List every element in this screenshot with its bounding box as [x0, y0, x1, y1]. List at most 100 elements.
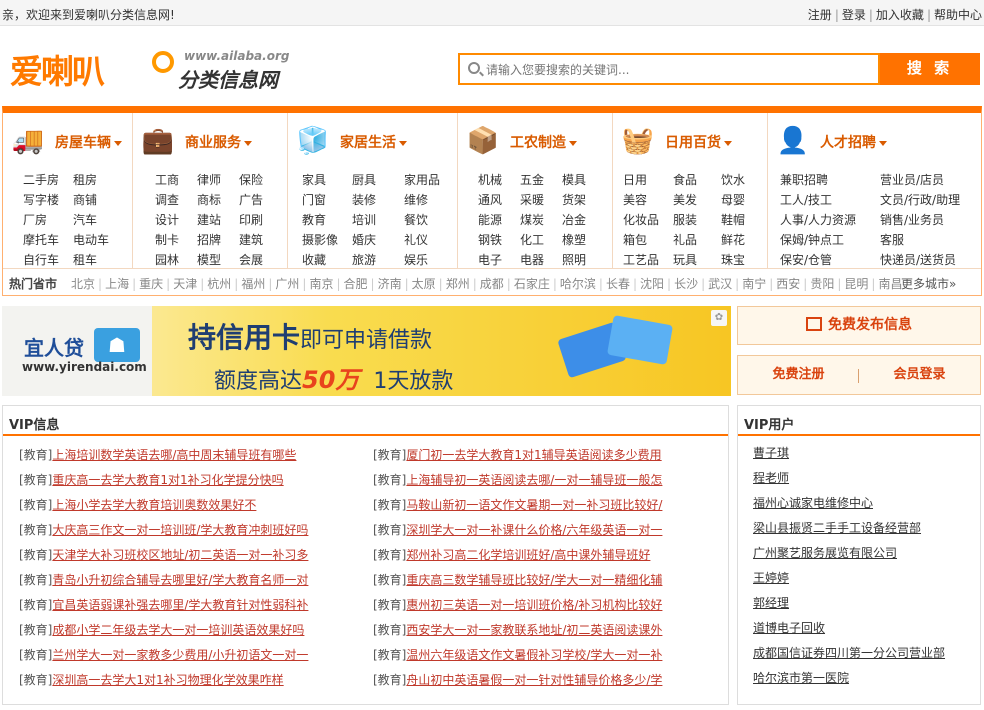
vip-user-link[interactable]: 成都国信证券四川第一分公司营业部: [753, 646, 945, 660]
vip-info-link[interactable]: 深圳学大一对一补课什么价格/六年级英语一对一: [406, 523, 662, 537]
vip-info-link[interactable]: 深圳高一去学大1对1补习物理化学效果咋样: [52, 673, 283, 687]
category-link[interactable]: 租车: [73, 251, 97, 268]
category-link[interactable]: 通风: [478, 191, 520, 208]
category-link[interactable]: 招牌: [197, 231, 239, 248]
category-link[interactable]: 化妆品: [623, 211, 673, 228]
category-link[interactable]: 保安/仓管: [780, 251, 880, 268]
category-link[interactable]: 化工: [520, 231, 562, 248]
category-link[interactable]: 珠宝: [721, 251, 745, 268]
vip-info-link[interactable]: 上海小学去学大教育培训奥数效果好不: [52, 498, 256, 512]
category-link[interactable]: 能源: [478, 211, 520, 228]
vip-info-link[interactable]: 天津学大补习班校区地址/初二英语一对一补习多: [52, 548, 308, 562]
city-link[interactable]: 南京: [309, 277, 333, 291]
vip-user-link[interactable]: 郭经理: [753, 596, 789, 610]
vip-info-link[interactable]: 舟山初中英语暑假一对一针对性辅导价格多少/学: [406, 673, 662, 687]
category-link[interactable]: 服装: [673, 211, 721, 228]
city-link[interactable]: 沈阳: [640, 277, 664, 291]
city-link[interactable]: 福州: [241, 277, 265, 291]
category-link[interactable]: 日用: [623, 171, 673, 188]
category-link[interactable]: 摩托车: [23, 231, 73, 248]
city-link[interactable]: 太原: [412, 277, 436, 291]
category-link[interactable]: 橡塑: [562, 231, 586, 248]
vip-info-link[interactable]: 大庆高三作文一对一培训班/学大教育冲刺班好吗: [52, 523, 308, 537]
category-link[interactable]: 维修: [404, 191, 428, 208]
category-link[interactable]: 汽车: [73, 211, 97, 228]
city-link[interactable]: 哈尔滨: [560, 277, 596, 291]
city-link[interactable]: 上海: [105, 277, 129, 291]
category-link[interactable]: 制卡: [155, 231, 197, 248]
category-link[interactable]: 写字楼: [23, 191, 73, 208]
category-link[interactable]: 礼品: [673, 231, 721, 248]
category-link[interactable]: 电器: [520, 251, 562, 268]
add-favorite-link[interactable]: 加入收藏: [876, 8, 924, 22]
category-link[interactable]: 旅游: [352, 251, 404, 268]
category-link[interactable]: 摄影像: [302, 231, 352, 248]
category-link[interactable]: 保姆/钟点工: [780, 231, 880, 248]
category-link[interactable]: 食品: [673, 171, 721, 188]
category-link[interactable]: 商标: [197, 191, 239, 208]
city-link[interactable]: 南昌: [878, 277, 902, 291]
category-link[interactable]: 印刷: [239, 211, 263, 228]
category-link[interactable]: 娱乐: [404, 251, 428, 268]
category-link[interactable]: 广告: [239, 191, 263, 208]
city-link[interactable]: 天津: [173, 277, 197, 291]
city-link[interactable]: 西安: [776, 277, 800, 291]
city-link[interactable]: 济南: [378, 277, 402, 291]
publish-button[interactable]: 免费发布信息: [738, 307, 980, 344]
help-center-link[interactable]: 帮助中心: [934, 8, 982, 22]
vip-info-link[interactable]: 惠州初三英语一对一培训班价格/补习机构比较好: [406, 598, 662, 612]
category-link[interactable]: 会展: [239, 251, 263, 268]
category-link[interactable]: 兼职招聘: [780, 171, 880, 188]
category-link[interactable]: 收藏: [302, 251, 352, 268]
category-link[interactable]: 箱包: [623, 231, 673, 248]
login-link[interactable]: 登录: [842, 8, 866, 22]
ad-banner[interactable]: 宜人贷 ☗ www.yirendai.com 持信用卡即可申请借款 额度高达50…: [2, 306, 731, 396]
vip-user-link[interactable]: 梁山县振贤二手手工设备经营部: [753, 521, 921, 535]
category-link[interactable]: 家用品: [404, 171, 440, 188]
city-link[interactable]: 杭州: [207, 277, 231, 291]
category-link[interactable]: 设计: [155, 211, 197, 228]
category-link[interactable]: 销售/业务员: [880, 211, 944, 228]
category-link[interactable]: 人事/人力资源: [780, 211, 880, 228]
category-link[interactable]: 工艺品: [623, 251, 673, 268]
city-link[interactable]: 长沙: [674, 277, 698, 291]
vip-info-link[interactable]: 宜昌英语弱课补强去哪里/学大教育针对性弱科补: [52, 598, 308, 612]
category-link[interactable]: 玩具: [673, 251, 721, 268]
category-link[interactable]: 自行车: [23, 251, 73, 268]
category-link[interactable]: 货架: [562, 191, 586, 208]
category-link[interactable]: 采暖: [520, 191, 562, 208]
category-link[interactable]: 二手房: [23, 171, 73, 188]
category-link[interactable]: 商铺: [73, 191, 97, 208]
category-link[interactable]: 家具: [302, 171, 352, 188]
category-link[interactable]: 母婴: [721, 191, 745, 208]
paw-icon[interactable]: ✿: [711, 310, 727, 326]
vip-user-link[interactable]: 王婷婷: [753, 571, 789, 585]
register-link[interactable]: 注册: [808, 8, 832, 22]
category-link[interactable]: 工商: [155, 171, 197, 188]
city-link[interactable]: 石家庄: [514, 277, 550, 291]
category-link[interactable]: 快递员/送货员: [880, 251, 956, 268]
category-link[interactable]: 礼仪: [404, 231, 428, 248]
category-link[interactable]: 教育: [302, 211, 352, 228]
city-link[interactable]: 成都: [480, 277, 504, 291]
vip-info-link[interactable]: 西安学大一对一家教联系地址/初二英语阅读课外: [406, 623, 662, 637]
city-link[interactable]: 重庆: [139, 277, 163, 291]
vip-info-link[interactable]: 成都小学二年级去学大一对一培训英语效果好吗: [52, 623, 304, 637]
category-link[interactable]: 冶金: [562, 211, 586, 228]
city-link[interactable]: 昆明: [844, 277, 868, 291]
category-link[interactable]: 饮水: [721, 171, 745, 188]
category-link[interactable]: 厨具: [352, 171, 404, 188]
category-link[interactable]: 厂房: [23, 211, 73, 228]
search-button[interactable]: 搜 索: [880, 53, 980, 85]
category-link[interactable]: 电子: [478, 251, 520, 268]
vip-info-link[interactable]: 重庆高一去学大教育1对1补习化学提分快吗: [52, 473, 283, 487]
category-link[interactable]: 工人/技工: [780, 191, 880, 208]
category-link[interactable]: 电动车: [73, 231, 109, 248]
vip-info-link[interactable]: 马鞍山新初一语文作文暑期一对一补习班比较好/: [406, 498, 662, 512]
city-link[interactable]: 长春: [606, 277, 630, 291]
category-link[interactable]: 模型: [197, 251, 239, 268]
category-link[interactable]: 美发: [673, 191, 721, 208]
city-link[interactable]: 郑州: [446, 277, 470, 291]
category-link[interactable]: 调查: [155, 191, 197, 208]
vip-user-link[interactable]: 曹子琪: [753, 446, 789, 460]
